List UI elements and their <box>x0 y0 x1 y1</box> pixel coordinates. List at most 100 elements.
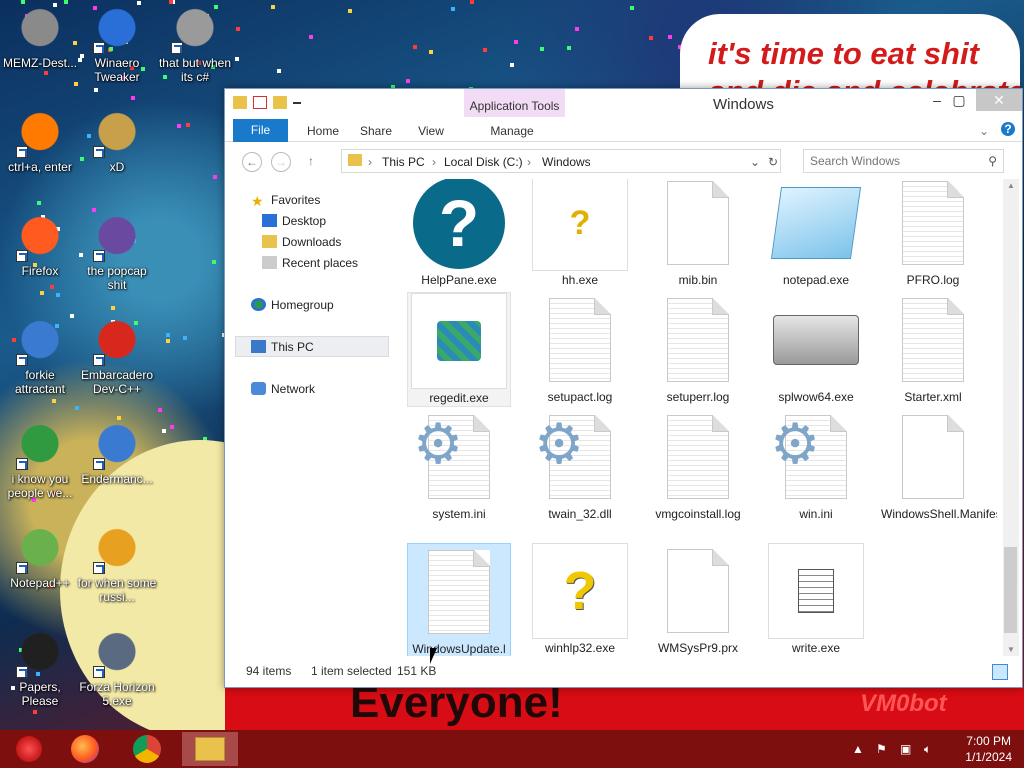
file-item[interactable]: ? HelpPane.exe <box>407 179 511 288</box>
details-view-button[interactable] <box>969 664 985 680</box>
close-button[interactable]: ✕ <box>976 89 1022 111</box>
desktop-shortcut[interactable]: Forza Horizon 5.exe <box>77 630 157 708</box>
desktop-shortcut-label: that but when its c# <box>158 56 232 84</box>
desktop-shortcut[interactable]: forkie attractant <box>0 318 80 396</box>
desktop-shortcut[interactable]: i know you people we... <box>0 422 80 500</box>
desktop-shortcut[interactable]: for when some russi... <box>77 526 157 604</box>
file-item[interactable]: ⚙ win.ini <box>764 409 868 522</box>
vertical-scrollbar[interactable]: ▲ ▼ <box>1003 179 1019 656</box>
chrome-icon <box>133 735 161 763</box>
new-folder-icon[interactable] <box>273 96 287 109</box>
nav-this-pc[interactable]: This PC <box>251 340 314 354</box>
file-item[interactable]: WMSysPr9.prx <box>646 543 750 656</box>
breadcrumb-this-pc[interactable]: This PC <box>382 155 425 169</box>
desktop-shortcut-label: Forza Horizon 5.exe <box>79 680 155 708</box>
desktop-shortcut[interactable]: Embarcadero Dev-C++ <box>77 318 157 396</box>
file-item[interactable]: ? hh.exe <box>528 179 632 288</box>
search-icon[interactable]: ⚲ <box>988 154 997 168</box>
confetti <box>211 260 216 265</box>
confetti <box>406 78 411 83</box>
taskbar-file-explorer[interactable] <box>182 732 238 766</box>
tab-manage[interactable]: Manage <box>487 120 537 142</box>
nav-network[interactable]: Network <box>251 382 315 396</box>
shortcut-arrow-icon <box>93 666 105 678</box>
memz-destructive-icon <box>16 6 64 54</box>
file-item[interactable]: ⚙ twain_32.dll <box>528 409 632 522</box>
nav-homegroup[interactable]: Homegroup <box>251 298 334 312</box>
search-box[interactable]: ⚲ <box>803 149 1004 173</box>
shortcut-arrow-icon <box>171 42 183 54</box>
file-item[interactable]: regedit.exe <box>407 292 511 407</box>
clock[interactable]: 7:00 PM 1/1/2024 <box>965 733 1012 765</box>
desktop-shortcut[interactable]: Notepad++ <box>0 526 80 590</box>
title-bar[interactable]: Application Tools Windows – ▢ ✕ <box>225 89 1022 117</box>
network-tray-icon[interactable]: ▣ <box>900 742 911 756</box>
up-button[interactable]: ↑ <box>301 152 321 172</box>
desktop-shortcut-label: Notepad++ <box>10 576 70 590</box>
breadcrumb-windows[interactable]: Windows <box>542 155 591 169</box>
desktop-shortcut[interactable]: that but when its c# <box>155 6 235 84</box>
desktop-shortcut[interactable]: Winaero Tweaker <box>77 6 157 84</box>
shortcut-arrow-icon <box>93 146 105 158</box>
taskbar-chrome[interactable] <box>122 732 172 766</box>
nav-favorites[interactable]: ★ Favorites <box>251 193 320 209</box>
file-name: mib.bin <box>678 273 718 287</box>
confetti <box>212 175 217 180</box>
tab-share[interactable]: Share <box>359 120 393 142</box>
customize-qat-icon[interactable] <box>293 96 301 104</box>
breadcrumb[interactable]: › This PC › Local Disk (C:) › Windows ⌄ … <box>341 149 781 173</box>
desktop-shortcut[interactable]: MEMZ-Dest... <box>0 6 80 70</box>
file-item[interactable]: setuperr.log <box>646 292 750 405</box>
tab-home[interactable]: Home <box>303 120 343 142</box>
confetti <box>648 35 653 40</box>
help-icon[interactable]: ? <box>1001 122 1015 136</box>
file-item[interactable]: PFRO.log <box>881 179 985 288</box>
search-input[interactable] <box>804 150 974 172</box>
desktop-shortcut[interactable]: Firefox <box>0 214 80 278</box>
start-button[interactable] <box>4 732 54 766</box>
desktop-shortcut[interactable]: ctrl+a, enter <box>0 110 80 174</box>
file-item[interactable]: ? winhlp32.exe <box>528 543 632 656</box>
tab-file[interactable]: File <box>233 119 288 142</box>
tab-view[interactable]: View <box>416 120 446 142</box>
nav-downloads[interactable]: Downloads <box>262 235 341 249</box>
nav-desktop[interactable]: Desktop <box>262 214 326 228</box>
file-name: WMSysPr9.prx <box>657 641 738 655</box>
gear-file-icon: ⚙ <box>768 409 864 505</box>
file-item[interactable]: write.exe <box>764 543 868 656</box>
file-item[interactable]: setupact.log <box>528 292 632 405</box>
breadcrumb-local-disk[interactable]: Local Disk (C:) <box>444 155 523 169</box>
desktop-shortcut-label: Endermanc... <box>81 472 153 486</box>
action-center-flag-icon[interactable]: ⚑ <box>876 742 887 756</box>
desktop-shortcut-label: Embarcadero Dev-C++ <box>80 368 154 396</box>
expand-ribbon-icon[interactable]: ⌄ <box>977 120 991 142</box>
desktop-shortcut[interactable]: Papers, Please <box>0 630 80 708</box>
large-icons-view-button[interactable] <box>992 664 1008 680</box>
folder-icon[interactable] <box>233 96 247 109</box>
desktop-shortcut[interactable]: xD <box>77 110 157 174</box>
show-hidden-icons[interactable]: ▲ <box>852 742 864 756</box>
confetti <box>162 429 167 434</box>
refresh-icon[interactable]: ↻ <box>768 155 778 169</box>
file-item[interactable]: mib.bin <box>646 179 750 288</box>
file-item[interactable]: ⚙ system.ini <box>407 409 511 522</box>
back-button[interactable]: ← <box>242 152 262 172</box>
taskbar-firefox[interactable] <box>60 732 110 766</box>
file-item[interactable]: WindowsShell.Manifest <box>881 409 997 522</box>
chevron-down-icon[interactable]: ⌄ <box>750 155 760 169</box>
file-item[interactable]: WindowsUpdate.l <box>407 543 511 656</box>
file-item[interactable]: notepad.exe <box>764 179 868 288</box>
file-item[interactable]: splwow64.exe <box>764 292 868 405</box>
file-item[interactable]: vmgcoinstall.log <box>646 409 750 522</box>
forward-button[interactable]: → <box>271 152 291 172</box>
file-item[interactable]: Starter.xml <box>881 292 985 405</box>
maximize-button[interactable]: ▢ <box>942 89 976 111</box>
scrollbar-thumb[interactable] <box>1004 547 1017 633</box>
nav-recent-places[interactable]: Recent places <box>262 256 358 270</box>
properties-icon[interactable] <box>253 96 267 109</box>
confetti <box>276 68 281 73</box>
desktop-shortcut[interactable]: Endermanc... <box>77 422 157 486</box>
desktop-shortcut[interactable]: the popcap shit <box>77 214 157 292</box>
winaero-tweaker-icon <box>93 6 141 54</box>
volume-muted-icon[interactable]: 🔈︎ <box>924 742 931 757</box>
